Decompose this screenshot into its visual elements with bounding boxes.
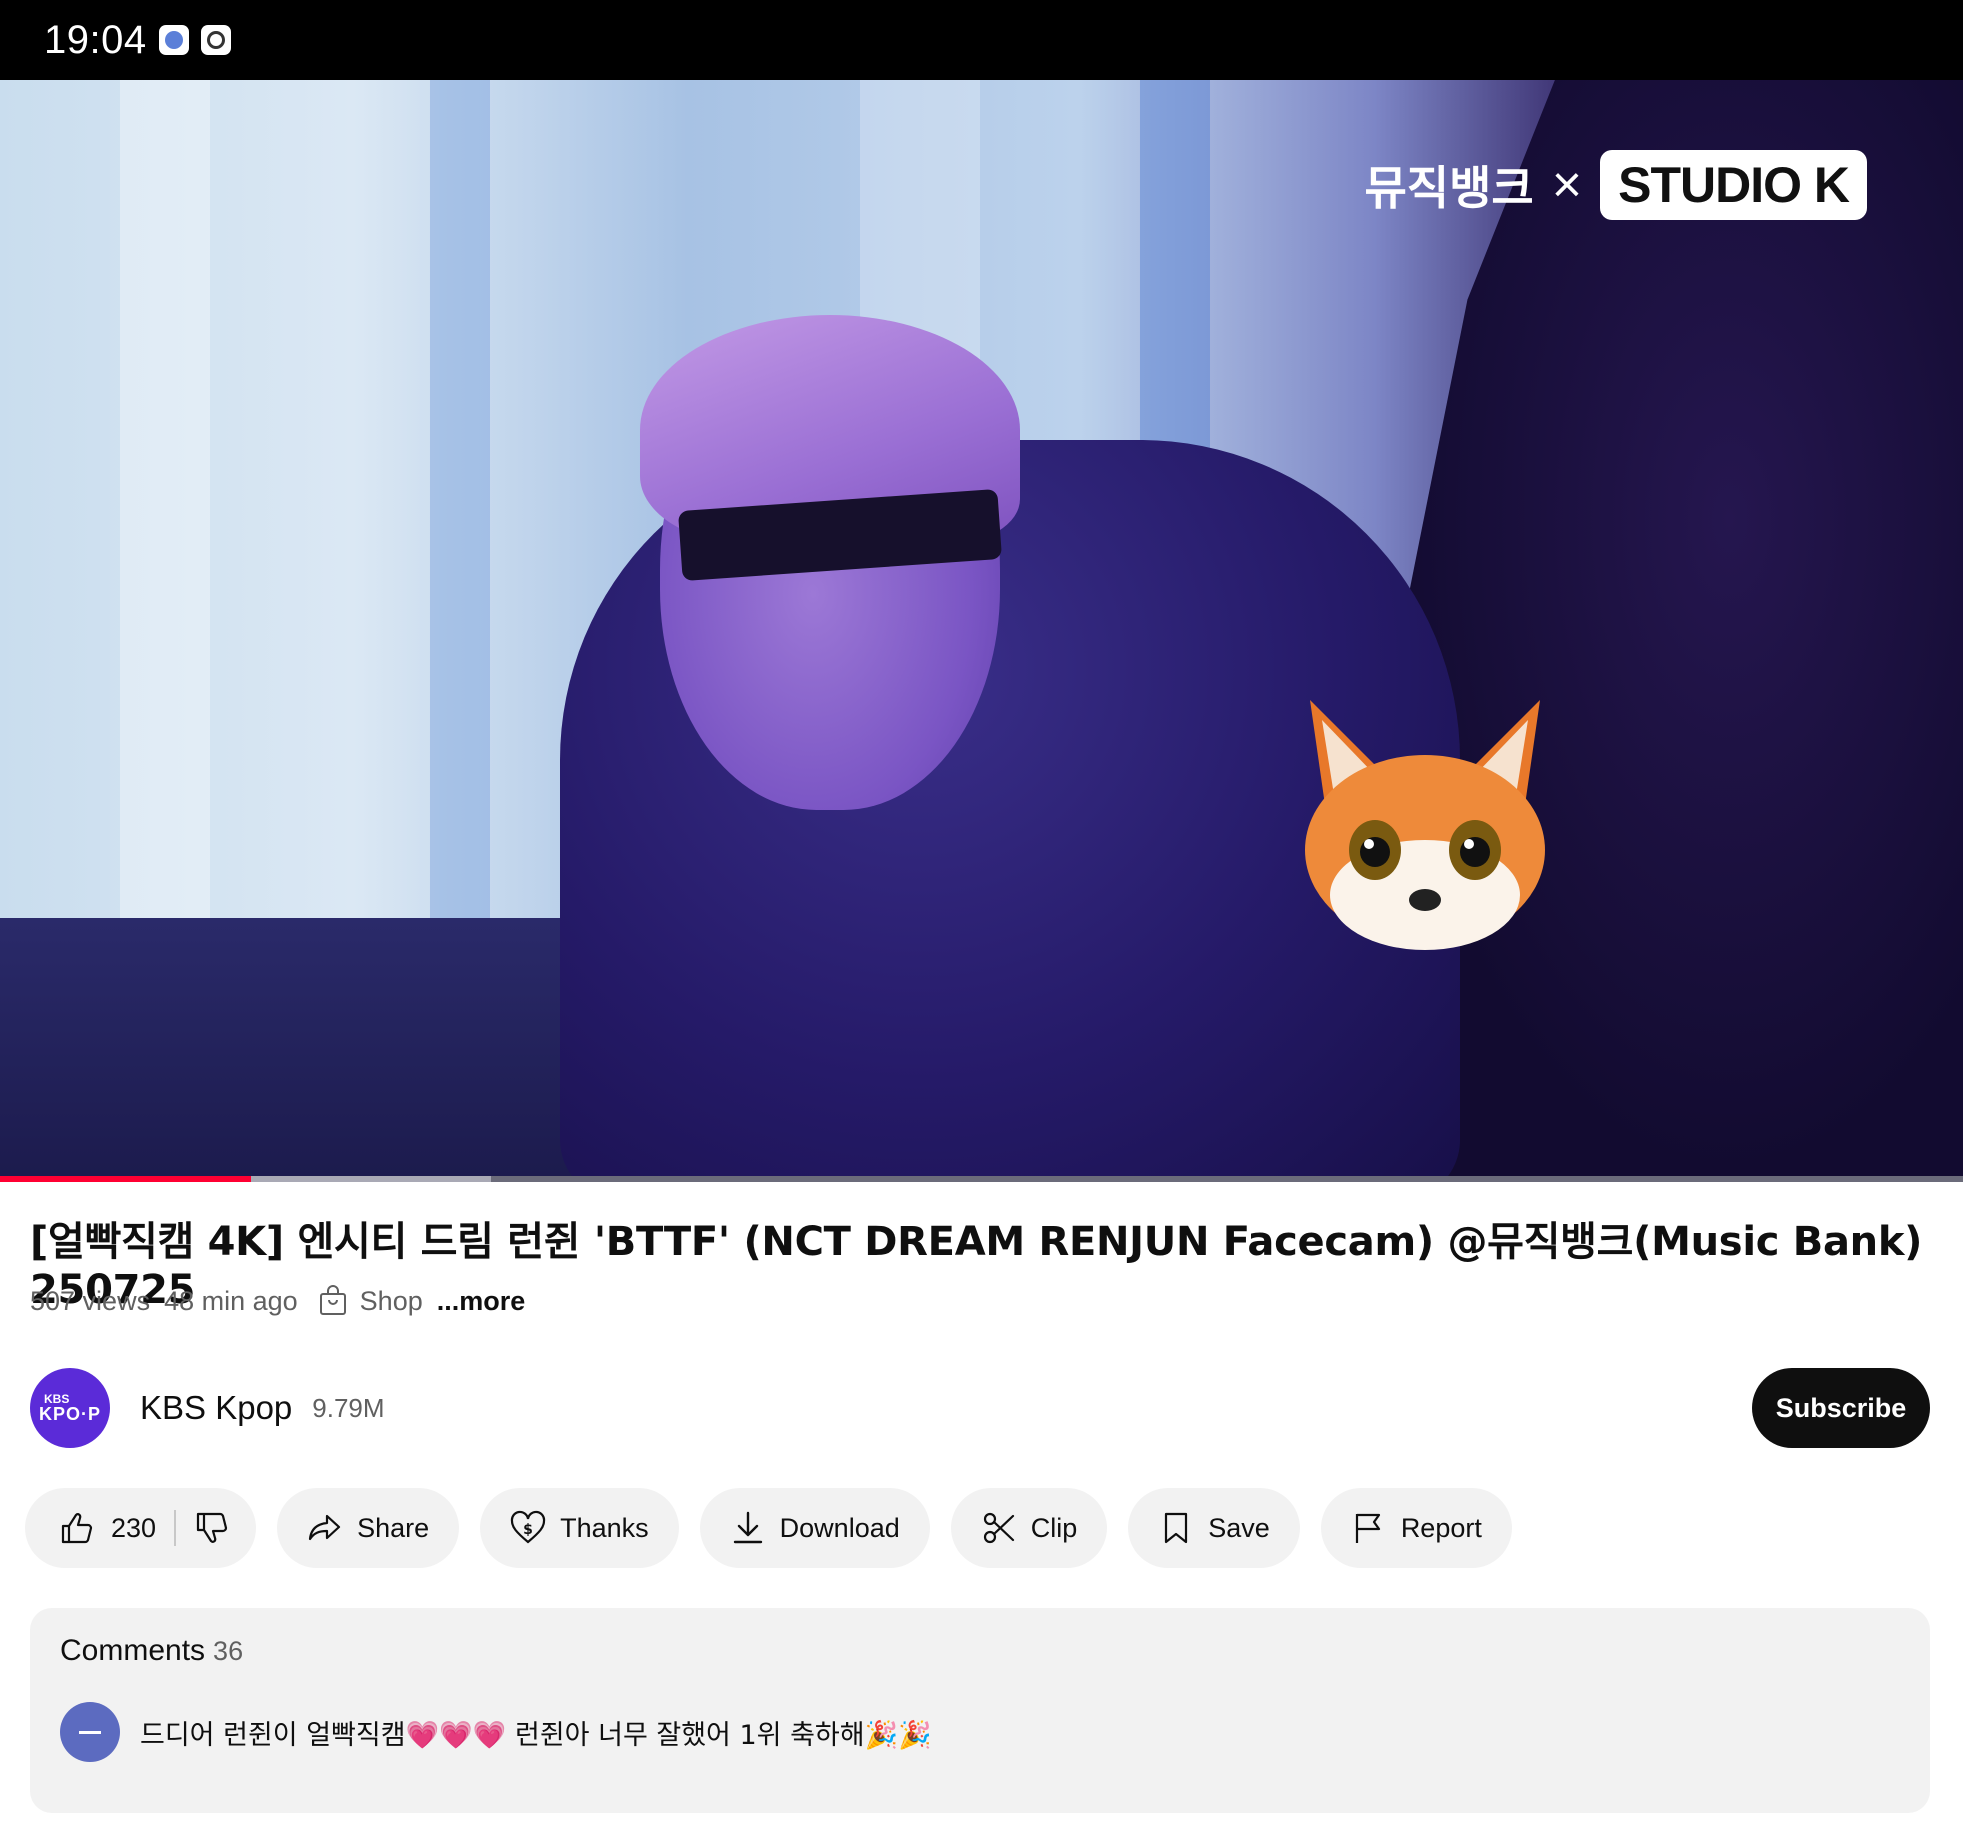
watermark-x: ×: [1551, 156, 1583, 214]
like-count[interactable]: 230: [111, 1513, 156, 1544]
comments-header: Comments 36: [60, 1634, 1900, 1668]
like-divider: [174, 1510, 177, 1546]
thanks-label: Thanks: [560, 1512, 649, 1543]
report-button[interactable]: Report: [1320, 1488, 1512, 1568]
thumbs-up-icon[interactable]: [59, 1510, 95, 1546]
share-label: Share: [357, 1512, 430, 1543]
top-comment[interactable]: 드디어 런쥔이 얼빡직캠💗💗💗 런쥔아 너무 잘했어 1위 축하해🎉🎉: [60, 1702, 1900, 1762]
channel-row: KBS KPO·P KBS Kpop 9.79M Subscribe: [30, 1368, 1930, 1448]
avatar-text-bottom: KPO·P: [38, 1404, 101, 1424]
comment-text: 드디어 런쥔이 얼빡직캠💗💗💗 런쥔아 너무 잘했어 1위 축하해🎉🎉: [140, 1719, 932, 1751]
save-label: Save: [1208, 1512, 1270, 1543]
video-player[interactable]: 뮤직뱅크 × STUDIO K: [0, 80, 1963, 1178]
bookmark-icon: [1165, 1512, 1188, 1544]
status-time: 19:04: [44, 17, 147, 62]
comments-count: 36: [213, 1636, 244, 1666]
clip-button[interactable]: Clip: [950, 1488, 1108, 1568]
more-link[interactable]: ...more: [437, 1286, 526, 1317]
watermark-korean: 뮤직뱅크: [1364, 161, 1534, 215]
action-bar: 230 Share $ Thanks Download Clip Save Re…: [25, 1488, 1512, 1568]
shopping-bag-icon: [319, 1285, 346, 1315]
svg-text:$: $: [523, 1522, 533, 1538]
report-label: Report: [1400, 1512, 1482, 1543]
download-button[interactable]: Download: [699, 1488, 930, 1568]
flag-icon: [1355, 1513, 1380, 1543]
heart-dollar-icon: $: [511, 1510, 546, 1544]
comments-label: Comments: [60, 1634, 206, 1667]
view-count: 507 views: [30, 1285, 151, 1316]
channel-name[interactable]: KBS Kpop: [140, 1389, 292, 1427]
thumbs-down-icon[interactable]: [194, 1510, 230, 1546]
thanks-button[interactable]: $ Thanks: [480, 1488, 679, 1568]
clip-label: Clip: [1030, 1512, 1078, 1543]
background-dancer: [1380, 80, 1963, 1178]
subscribe-button[interactable]: Subscribe: [1752, 1368, 1930, 1448]
channel-avatar[interactable]: KBS KPO·P: [30, 1368, 110, 1448]
subscriber-count: 9.79M: [312, 1392, 385, 1423]
like-dislike-chip: 230: [25, 1488, 257, 1568]
broadcast-watermark: 뮤직뱅크 × STUDIO K: [1364, 150, 1867, 220]
app-notification-icon: [158, 25, 189, 55]
fox-emoji-icon: [1305, 700, 1545, 950]
share-button[interactable]: Share: [277, 1488, 460, 1568]
watermark-studio: STUDIO K: [1600, 150, 1867, 220]
video-progress-bar[interactable]: [0, 1176, 1963, 1182]
save-button[interactable]: Save: [1128, 1488, 1300, 1568]
commenter-avatar: [60, 1702, 120, 1762]
comments-panel[interactable]: Comments 36 드디어 런쥔이 얼빡직캠💗💗💗 런쥔아 너무 잘했어 1위…: [30, 1608, 1930, 1813]
played-progress: [0, 1176, 252, 1182]
scissors-icon: [983, 1512, 1014, 1544]
video-meta[interactable]: 507 views 48 min ago Shop ...more: [30, 1285, 525, 1317]
upload-age: 48 min ago: [164, 1285, 298, 1316]
settings-notification-icon: [200, 25, 231, 55]
status-bar: 19:04: [0, 0, 1963, 80]
download-label: Download: [779, 1512, 900, 1543]
shop-link[interactable]: Shop: [360, 1286, 423, 1317]
download-icon: [733, 1511, 762, 1544]
share-icon: [308, 1514, 341, 1541]
